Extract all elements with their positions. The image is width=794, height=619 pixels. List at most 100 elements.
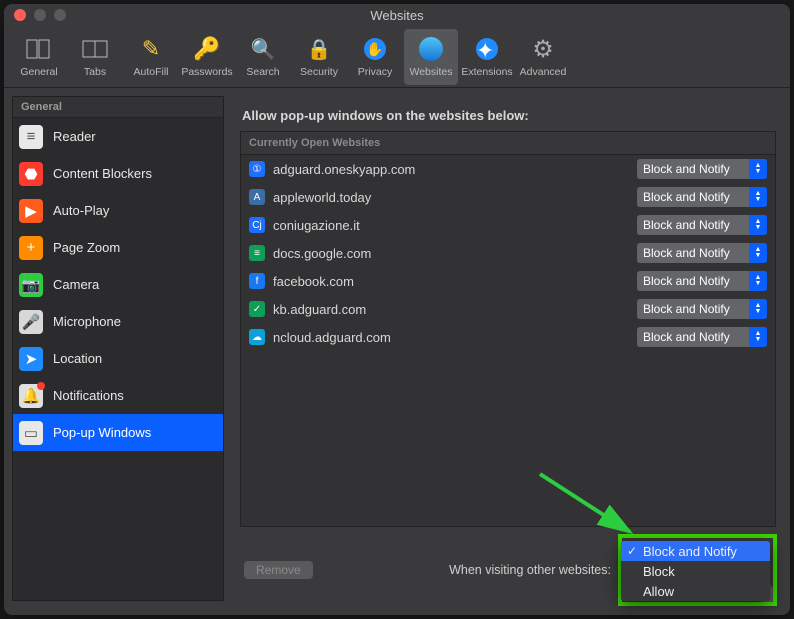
toolbar-label: Extensions [461, 66, 512, 78]
website-row[interactable]: ffacebook.comBlock and Notify▲▼ [241, 267, 775, 295]
site-domain: ncloud.adguard.com [273, 330, 629, 345]
toolbar-label: Privacy [358, 66, 392, 78]
general-icon [25, 35, 53, 63]
website-row[interactable]: Aappleworld.today Block and Notify ▲▼ [241, 183, 775, 211]
sidebar-icon: 🔔 [19, 384, 43, 408]
sidebar-item-pop-up-windows[interactable]: ▭ Pop-up Windows [13, 414, 223, 451]
dropdown-option-label: Allow [643, 584, 674, 599]
site-setting-select[interactable]: Block and Notify▲▼ [637, 243, 767, 263]
toolbar-label: General [20, 66, 57, 78]
toolbar-label: AutoFill [133, 66, 168, 78]
search-icon: 🔍 [249, 35, 277, 63]
select-arrows-icon: ▲▼ [749, 215, 767, 235]
site-domain: coniugazione.it [273, 218, 629, 233]
site-domain: appleworld.today [273, 190, 629, 205]
sidebar-item-camera[interactable]: 📷 Camera [13, 266, 223, 303]
sidebar-item-label: Page Zoom [53, 240, 120, 255]
sidebar-item-page-zoom[interactable]: +Page Zoom [13, 229, 223, 266]
site-favicon-icon: Cj [249, 217, 265, 233]
autofill-icon: ✎ [137, 35, 165, 63]
site-setting-select[interactable]: Block and Notify ▲▼ [637, 159, 767, 179]
toolbar-search[interactable]: 🔍Search [236, 29, 290, 85]
website-row[interactable]: Cj coniugazione.it Block and Notify ▲▼ [241, 211, 775, 239]
site-favicon-icon: ✓ [249, 301, 265, 317]
sidebar-icon: ➤ [19, 347, 43, 371]
site-setting-select[interactable]: Block and Notify▲▼ [637, 271, 767, 291]
security-icon: 🔒 [305, 35, 333, 63]
sidebar-icon: ▭ [19, 421, 43, 445]
sidebar-icon: 📷 [19, 273, 43, 297]
websites-table: Currently Open Websites ①adguard.oneskya… [240, 131, 776, 527]
site-setting-value: Block and Notify [643, 218, 730, 232]
sidebar-item-label: Microphone [53, 314, 121, 329]
toolbar-extensions[interactable]: ✦ Extensions [460, 29, 514, 85]
sidebar: General ≡Reader⬣Content Blockers▶Auto-Pl… [12, 96, 224, 601]
website-row[interactable]: ☁ncloud.adguard.comBlock and Notify▲▼ [241, 323, 775, 351]
site-setting-select[interactable]: Block and Notify ▲▼ [637, 215, 767, 235]
sidebar-item-label: Camera [53, 277, 99, 292]
sidebar-list: ≡ Reader ⬣Content Blockers▶Auto-Play+Page … [13, 118, 223, 451]
sidebar-icon: ≡ [19, 125, 43, 149]
sidebar-item-location[interactable]: ➤ Location [13, 340, 223, 377]
table-body: ①adguard.oneskyapp.comBlock and Notify▲▼… [241, 155, 775, 351]
website-row[interactable]: ①adguard.oneskyapp.comBlock and Notify▲▼ [241, 155, 775, 183]
content: General ≡Reader⬣Content Blockers▶Auto-Pl… [4, 88, 790, 613]
toolbar: General Tabs ✎ AutoFill 🔑Passwords🔍Search🔒Se… [4, 26, 790, 88]
select-arrows-icon: ▲▼ [749, 327, 767, 347]
sidebar-item-label: Location [53, 351, 102, 366]
toolbar-general[interactable]: General [12, 29, 66, 85]
site-setting-select[interactable]: Block and Notify ▲▼ [637, 299, 767, 319]
select-arrows-icon: ▲▼ [749, 159, 767, 179]
maximize-button[interactable] [54, 9, 66, 21]
toolbar-security[interactable]: 🔒Security [292, 29, 346, 85]
sidebar-item-label: Pop-up Windows [53, 425, 151, 440]
dropdown-option-block-and-notify[interactable]: ✓Block and Notify [621, 541, 770, 561]
preferences-window: Websites GeneralTabs✎AutoFill🔑Passwords🔍… [4, 4, 790, 615]
sidebar-item-reader[interactable]: ≡ Reader [13, 118, 223, 155]
site-domain: adguard.oneskyapp.com [273, 162, 629, 177]
toolbar-websites[interactable]: Websites [404, 29, 458, 85]
minimize-button[interactable] [34, 9, 46, 21]
sidebar-item-auto-play[interactable]: ▶Auto-Play [13, 192, 223, 229]
tabs-icon [81, 35, 109, 63]
toolbar-label: Advanced [520, 66, 567, 78]
toolbar-label: Tabs [84, 66, 106, 78]
sidebar-icon: 🎤 [19, 310, 43, 334]
site-setting-value: Block and Notify [643, 190, 730, 204]
select-arrows-icon: ▲▼ [749, 299, 767, 319]
site-domain: facebook.com [273, 274, 629, 289]
close-button[interactable] [14, 9, 26, 21]
privacy-icon: ✋ [361, 35, 389, 63]
toolbar-label: Websites [410, 66, 453, 78]
toolbar-privacy[interactable]: ✋ Privacy [348, 29, 402, 85]
sidebar-item-label: Reader [53, 129, 96, 144]
toolbar-advanced[interactable]: ⚙Advanced [516, 29, 570, 85]
other-websites-dropdown[interactable]: ✓Block and Notify Block Allow [621, 541, 770, 601]
select-arrows-icon: ▲▼ [749, 187, 767, 207]
sidebar-item-label: Notifications [53, 388, 124, 403]
sidebar-item-notifications[interactable]: 🔔 Notifications [13, 377, 223, 414]
toolbar-tabs[interactable]: Tabs [68, 29, 122, 85]
dropdown-option-allow[interactable]: Allow [621, 581, 770, 601]
titlebar: Websites [4, 4, 790, 26]
sidebar-item-label: Content Blockers [53, 166, 152, 181]
toolbar-passwords[interactable]: 🔑Passwords [180, 29, 234, 85]
sidebar-item-content-blockers[interactable]: ⬣Content Blockers [13, 155, 223, 192]
site-setting-value: Block and Notify [643, 162, 730, 176]
site-domain: kb.adguard.com [273, 302, 629, 317]
website-row[interactable]: ✓ kb.adguard.com Block and Notify ▲▼ [241, 295, 775, 323]
site-setting-value: Block and Notify [643, 302, 730, 316]
dropdown-option-label: Block [643, 564, 675, 579]
toolbar-label: Passwords [181, 66, 232, 78]
checkmark-icon: ✓ [627, 544, 637, 558]
sidebar-item-microphone[interactable]: 🎤 Microphone [13, 303, 223, 340]
extensions-icon: ✦ [473, 35, 501, 63]
site-setting-select[interactable]: Block and Notify▲▼ [637, 327, 767, 347]
site-favicon-icon: A [249, 189, 265, 205]
remove-button[interactable]: Remove [244, 561, 313, 579]
site-setting-select[interactable]: Block and Notify ▲▼ [637, 187, 767, 207]
toolbar-autofill[interactable]: ✎ AutoFill [124, 29, 178, 85]
website-row[interactable]: ≡docs.google.comBlock and Notify▲▼ [241, 239, 775, 267]
dropdown-option-block[interactable]: Block [621, 561, 770, 581]
table-footer: Remove When visiting other websites: ✓Bl… [240, 527, 776, 601]
